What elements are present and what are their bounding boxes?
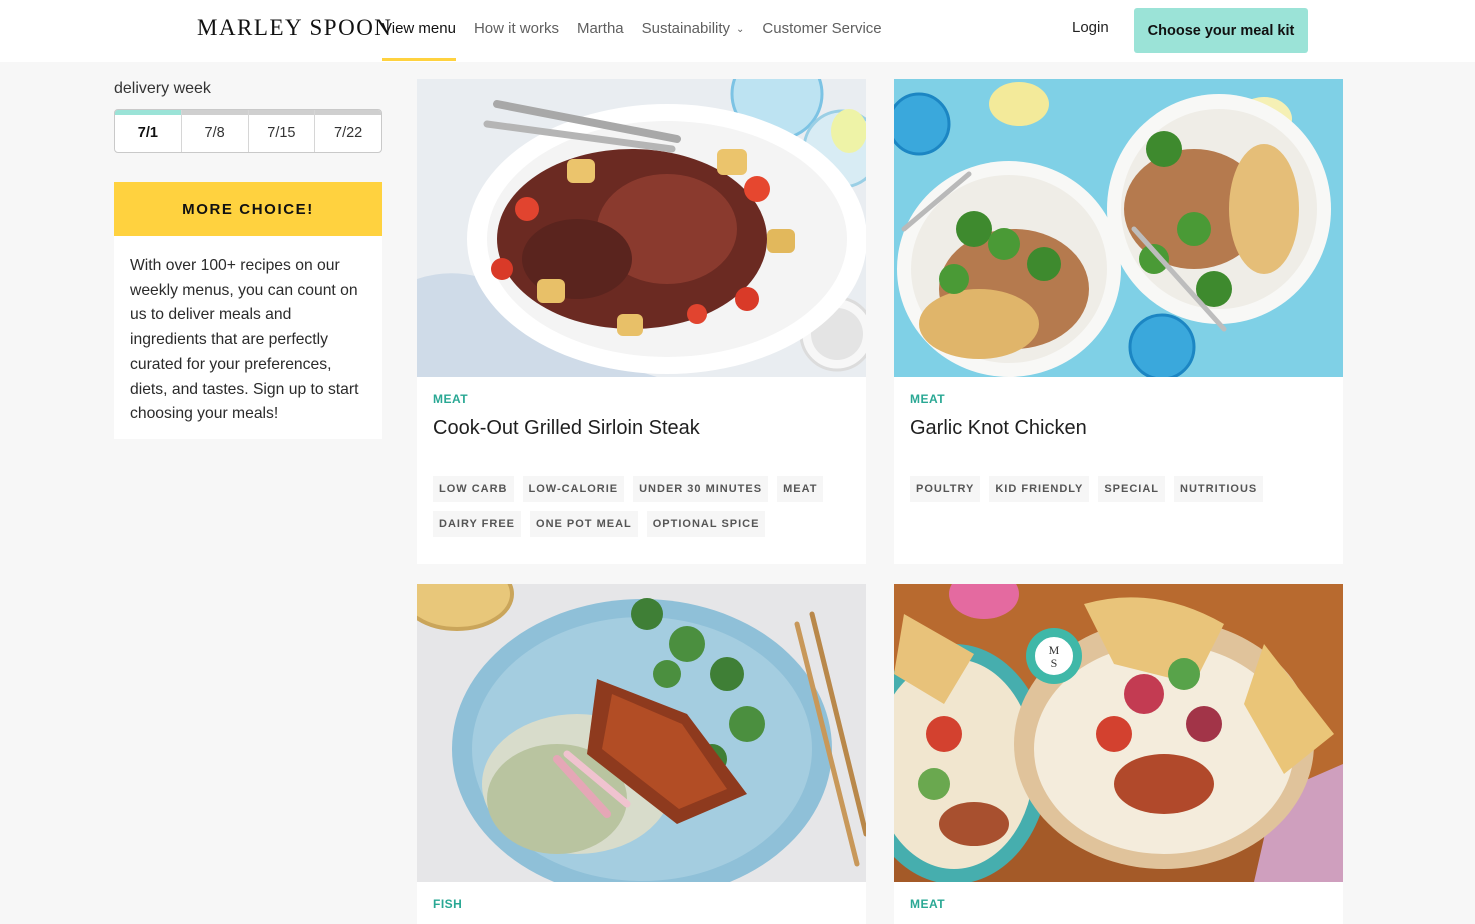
delivery-week-label: delivery week — [114, 80, 211, 97]
choose-meal-kit-button[interactable]: Choose your meal kit — [1134, 8, 1308, 53]
nav-view-menu[interactable]: View menu — [382, 20, 456, 61]
recipe-tags: POULTRY KID FRIENDLY SPECIAL NUTRITIOUS — [910, 476, 1330, 511]
recipe-category: MEAT — [910, 392, 946, 406]
tag-dairy-free: DAIRY FREE — [433, 511, 522, 537]
recipe-card[interactable]: FISH — [417, 584, 866, 924]
recipe-title[interactable]: Cook-Out Grilled Sirloin Steak — [433, 417, 700, 440]
recipe-category: MEAT — [910, 897, 946, 911]
main-nav: View menu How it works Martha Sustainabi… — [382, 20, 900, 61]
nav-customer-service[interactable]: Customer Service — [762, 20, 881, 51]
tag-meat: MEAT — [777, 476, 824, 502]
site-header: MARLEY SPOON View menu How it works Mart… — [0, 0, 1475, 62]
week-tab-7-22[interactable]: 7/22 — [314, 110, 381, 152]
marley-spoon-logo[interactable]: MARLEY SPOON — [197, 15, 392, 41]
chevron-down-icon: ⌄ — [736, 24, 745, 35]
more-choice-promo: MORE CHOICE! With over 100+ recipes on o… — [114, 182, 382, 439]
delivery-week-selector: 7/1 7/8 7/15 7/22 — [114, 109, 382, 153]
tag-one-pot-meal: ONE POT MEAL — [530, 511, 638, 537]
login-link[interactable]: Login — [1072, 19, 1109, 36]
flatbread-hummus-image[interactable]: M S — [894, 584, 1343, 882]
tag-nutritious: NUTRITIOUS — [1174, 476, 1264, 502]
tag-special: SPECIAL — [1098, 476, 1166, 502]
week-tab-7-15[interactable]: 7/15 — [247, 110, 315, 152]
week-tab-7-8[interactable]: 7/8 — [180, 110, 248, 152]
recipe-card[interactable]: MEAT Cook-Out Grilled Sirloin Steak LOW … — [417, 79, 866, 564]
promo-title: MORE CHOICE! — [114, 182, 382, 236]
recipe-card[interactable]: M S MEAT — [894, 584, 1343, 924]
nav-sustainability[interactable]: Sustainability ⌄ — [642, 20, 745, 51]
recipe-title[interactable]: Garlic Knot Chicken — [910, 417, 1087, 440]
recipe-category: FISH — [433, 897, 463, 911]
nav-sustainability-label: Sustainability — [641, 20, 731, 37]
tag-low-calorie: LOW-CALORIE — [522, 476, 625, 502]
week-tab-7-1[interactable]: 7/1 — [115, 110, 181, 152]
salmon-bowl-image[interactable] — [417, 584, 866, 882]
steak-plate-image[interactable] — [417, 79, 866, 377]
recipe-card[interactable]: MEAT Garlic Knot Chicken POULTRY KID FRI… — [894, 79, 1343, 564]
tag-poultry: POULTRY — [910, 476, 981, 502]
tag-under-30-minutes: UNDER 30 MINUTES — [633, 476, 769, 502]
tag-optional-spice: OPTIONAL SPICE — [646, 511, 766, 537]
promo-text: With over 100+ recipes on our weekly men… — [130, 257, 359, 423]
svg-text:M: M — [1049, 643, 1060, 657]
svg-text:S: S — [1051, 656, 1058, 670]
recipe-category: MEAT — [433, 392, 469, 406]
recipe-tags: LOW CARB LOW-CALORIE UNDER 30 MINUTES ME… — [433, 476, 853, 546]
chicken-plates-image[interactable] — [894, 79, 1343, 377]
tag-kid-friendly: KID FRIENDLY — [989, 476, 1090, 502]
nav-martha[interactable]: Martha — [577, 20, 624, 51]
nav-how-it-works[interactable]: How it works — [474, 20, 559, 51]
tag-low-carb: LOW CARB — [433, 476, 514, 502]
